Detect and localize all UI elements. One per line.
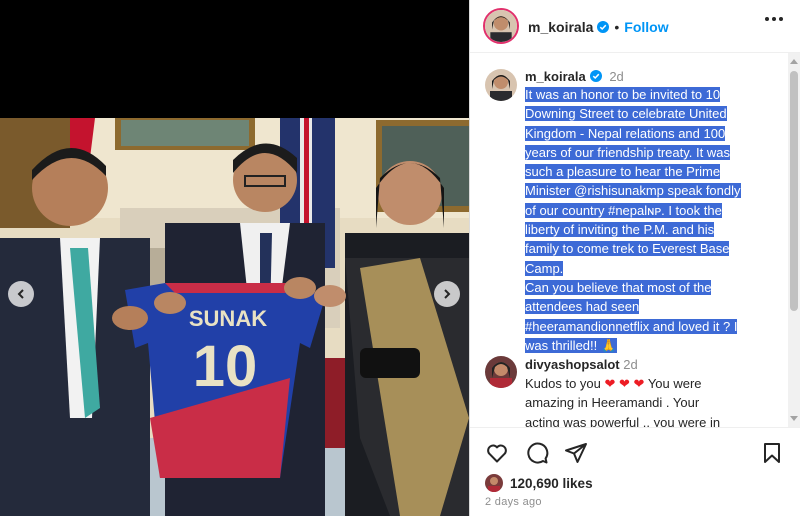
caption-line: attendees had seen bbox=[525, 299, 640, 315]
scroll-down-icon[interactable] bbox=[790, 416, 798, 421]
post-header: m_koirala • Follow bbox=[470, 0, 800, 53]
next-photo-button[interactable] bbox=[434, 281, 460, 307]
scroll-thumb[interactable] bbox=[790, 71, 798, 311]
comment-header: divyashopsalot 2d bbox=[525, 357, 638, 372]
photo-illustration: SUNAK 10 bbox=[0, 118, 469, 516]
caption-author-avatar[interactable] bbox=[485, 69, 517, 101]
liker-avatar[interactable] bbox=[485, 474, 503, 492]
caption-line: was thrilled!! 🙏 bbox=[525, 337, 618, 353]
caption-line: Camp. bbox=[525, 260, 564, 276]
post-actions: 120,690 likes 2 days ago bbox=[470, 427, 800, 516]
header-username[interactable]: m_koirala bbox=[528, 19, 593, 35]
jersey-number-text: 10 bbox=[193, 334, 258, 399]
caption-line: of our country #nepalɴᴘ. I took the bbox=[525, 202, 722, 218]
commenter-username[interactable]: divyashopsalot bbox=[525, 357, 620, 372]
previous-photo-button[interactable] bbox=[8, 281, 34, 307]
caption-line: years of our friendship treaty. It was bbox=[525, 144, 730, 160]
caption-line: Downing Street to celebrate United bbox=[525, 106, 727, 122]
caption-header: m_koirala 2d bbox=[525, 69, 624, 84]
caption-line: Kingdom - Nepal relations and 100 bbox=[525, 125, 726, 141]
follow-button[interactable]: Follow bbox=[624, 19, 668, 35]
post-media-pane: SUNAK 10 bbox=[0, 0, 469, 516]
commenter-avatar[interactable] bbox=[485, 356, 517, 388]
post-side-panel: m_koirala • Follow m_koirala 2d It was an … bbox=[469, 0, 800, 516]
caption-username[interactable]: m_koirala bbox=[525, 69, 586, 84]
caption-line: such a pleasure to hear the Prime bbox=[525, 164, 721, 180]
bookmark-icon[interactable] bbox=[760, 441, 784, 465]
caption-time: 2d bbox=[609, 69, 624, 84]
comment-hearts: ❤ ❤ ❤ bbox=[604, 376, 645, 391]
post-date[interactable]: 2 days ago bbox=[485, 496, 542, 508]
caption-line: Can you believe that most of the bbox=[525, 279, 712, 295]
comment-text: Kudos to you ❤ ❤ ❤ You were amazing in H… bbox=[525, 374, 765, 427]
header-author-line: m_koirala • Follow bbox=[528, 19, 669, 37]
scroll-up-icon[interactable] bbox=[790, 59, 798, 64]
caption-line: Minister @rishisunakmp speak fondly bbox=[525, 183, 741, 199]
caption-line: family to come trek to Everest Base bbox=[525, 241, 730, 257]
author-avatar[interactable] bbox=[483, 8, 519, 44]
verified-badge-icon bbox=[589, 70, 602, 82]
comments-scrollbar[interactable] bbox=[788, 53, 800, 427]
likes-count[interactable]: 120,690 likes bbox=[510, 476, 593, 491]
comment-line1-prefix: Kudos to you bbox=[525, 376, 601, 391]
comment-line1-suffix: You were bbox=[647, 376, 702, 391]
chevron-left-icon bbox=[17, 289, 24, 299]
more-options-icon[interactable] bbox=[765, 17, 783, 21]
comment-line2: amazing in Heeramandi . Your bbox=[525, 395, 700, 411]
verified-badge-icon bbox=[597, 21, 610, 33]
chevron-right-icon bbox=[444, 289, 451, 299]
caption-line: liberty of inviting the P.M. and his bbox=[525, 222, 715, 238]
heart-icon[interactable] bbox=[485, 441, 509, 465]
caption-line: It was an honor to be invited to 10 bbox=[525, 87, 721, 102]
share-icon[interactable] bbox=[564, 441, 588, 465]
comment-icon[interactable] bbox=[525, 441, 549, 465]
caption-line: #heeramandionnetflix and loved it ? I bbox=[525, 318, 738, 334]
caption-text: It was an honor to be invited to 10 Down… bbox=[525, 85, 767, 355]
comments-list: m_koirala 2d It was an honor to be invit… bbox=[470, 53, 800, 427]
jersey-name-text: SUNAK bbox=[189, 306, 267, 331]
comment-time: 2d bbox=[623, 357, 638, 372]
header-separator: • bbox=[614, 19, 620, 35]
post-photo: SUNAK 10 bbox=[0, 118, 469, 516]
comment-line3: acting was powerful .. you were in bbox=[525, 414, 721, 427]
